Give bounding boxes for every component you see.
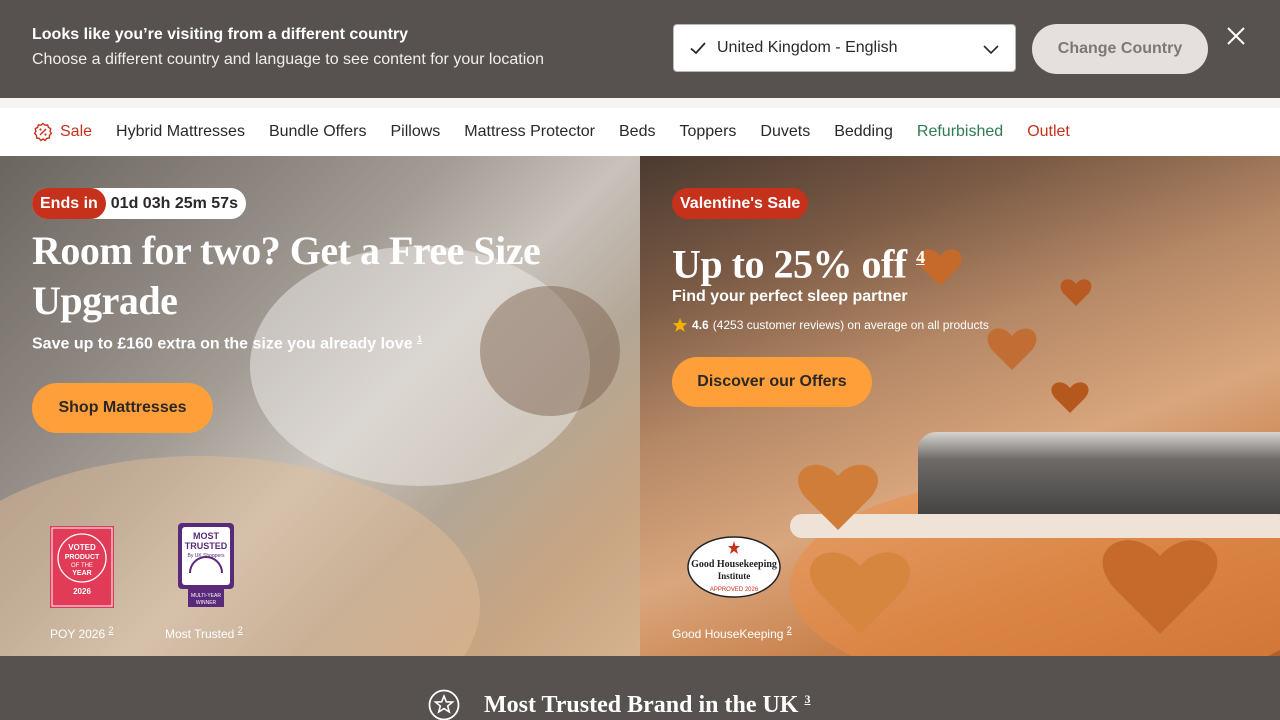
countdown-label: Ends in — [32, 188, 106, 219]
svg-text:VOTED: VOTED — [68, 543, 96, 552]
country-select[interactable]: United Kingdom - English — [673, 24, 1016, 72]
country-banner-title: Looks like you’re visiting from a differ… — [32, 26, 409, 43]
svg-text:YEAR: YEAR — [72, 570, 91, 577]
nav-item-mattress-protector[interactable]: Mattress Protector — [464, 123, 595, 141]
rating-text: (4253 customer reviews) on average on al… — [712, 318, 989, 332]
nav-item-label: Sale — [60, 123, 93, 140]
nav-item-outlet[interactable]: Outlet — [1027, 123, 1070, 141]
main-nav: Sale Hybrid Mattresses Bundle Offers Pil… — [0, 108, 1280, 156]
badge-caption-text: POY 2026 — [50, 627, 106, 641]
most-trusted-section: Most Trusted Brand in the UK 3 — [0, 656, 1280, 720]
svg-text:PRODUCT: PRODUCT — [65, 554, 100, 561]
svg-text:Good Housekeeping: Good Housekeeping — [691, 559, 777, 570]
svg-text:By UK Shoppers: By UK Shoppers — [188, 553, 225, 559]
hero-left-subtitle-text: Save up to £160 extra on the size you al… — [32, 335, 413, 353]
nav-item-beds[interactable]: Beds — [619, 123, 655, 141]
svg-text:WINNER: WINNER — [196, 600, 217, 606]
footnote-ref[interactable]: 1 — [417, 334, 422, 344]
hero-banner-left[interactable]: Ends in 01d 03h 25m 57s Room for two? Ge… — [0, 156, 640, 656]
country-banner-subtitle: Choose a different country and language … — [32, 51, 545, 68]
hero-right-title: Up to 25% off 4 — [672, 232, 925, 289]
star-circle-icon — [428, 689, 460, 720]
discover-offers-button[interactable]: Discover our Offers — [672, 357, 872, 407]
hero-left-subtitle: Save up to £160 extra on the size you al… — [32, 334, 422, 353]
sale-badge-icon — [33, 122, 53, 142]
good-housekeeping-caption: Good HouseKeeping 2 — [672, 625, 792, 641]
nav-item-hybrid-mattresses[interactable]: Hybrid Mattresses — [116, 123, 245, 141]
badge-caption-text: Most Trusted — [165, 627, 235, 641]
badge-caption-text: Good HouseKeeping — [672, 627, 784, 641]
footnote-ref[interactable]: 3 — [804, 692, 810, 706]
footnote-ref[interactable]: 2 — [238, 625, 243, 635]
product-of-the-year-badge: VOTED PRODUCT OF THE YEAR 2026 — [50, 526, 114, 608]
footnote-ref[interactable]: 4 — [916, 247, 925, 267]
svg-text:2026: 2026 — [73, 587, 91, 596]
nav-item-pillows[interactable]: Pillows — [391, 123, 441, 141]
valentines-sale-tag: Valentine's Sale — [672, 188, 809, 219]
svg-text:Institute: Institute — [718, 571, 751, 581]
hero-left-title: Room for two? Get a Free Size Upgrade — [32, 228, 541, 323]
svg-text:MOST: MOST — [193, 531, 220, 541]
svg-text:TRUSTED: TRUSTED — [185, 541, 228, 551]
nav-item-duvets[interactable]: Duvets — [760, 123, 810, 141]
nav-item-toppers[interactable]: Toppers — [679, 123, 736, 141]
hero-right-subtitle: Find your perfect sleep partner — [672, 288, 908, 305]
rating-value: 4.6 — [692, 318, 709, 332]
most-trusted-caption: Most Trusted 2 — [165, 625, 243, 641]
nav-item-bundle-offers[interactable]: Bundle Offers — [269, 123, 367, 141]
most-trusted-title: Most Trusted Brand in the UK 3 — [484, 692, 810, 719]
footnote-ref[interactable]: 2 — [787, 625, 792, 635]
svg-text:OF THE: OF THE — [71, 563, 93, 569]
nav-item-bedding[interactable]: Bedding — [834, 123, 893, 141]
divider-strip — [0, 98, 1280, 108]
most-trusted-badge: MOST TRUSTED By UK Shoppers MULTI-YEAR W… — [178, 523, 234, 607]
country-select-value: United Kingdom - English — [717, 39, 898, 56]
change-country-button[interactable]: Change Country — [1032, 24, 1208, 74]
shop-mattresses-button[interactable]: Shop Mattresses — [32, 383, 213, 433]
svg-text:APPROVED 2026: APPROVED 2026 — [710, 587, 759, 593]
countdown-time: 01d 03h 25m 57s — [110, 194, 238, 212]
hero-right-title-text: Up to 25% off — [672, 241, 907, 287]
hero-banner-right[interactable]: Valentine's Sale Up to 25% off 4 Find yo… — [640, 156, 1280, 656]
svg-text:MULTI-YEAR: MULTI-YEAR — [191, 593, 221, 599]
countdown-timer: Ends in 01d 03h 25m 57s — [32, 188, 246, 219]
close-icon[interactable] — [1222, 22, 1250, 50]
country-banner: Looks like you’re visiting from a differ… — [0, 0, 1280, 98]
star-icon — [672, 318, 688, 332]
chevron-down-icon — [983, 45, 999, 55]
nav-item-sale[interactable]: Sale — [33, 122, 92, 142]
nav-item-refurbished[interactable]: Refurbished — [917, 123, 1003, 141]
check-icon — [690, 42, 706, 55]
good-housekeeping-badge: Good Housekeeping Institute APPROVED 202… — [687, 536, 781, 598]
footnote-ref[interactable]: 2 — [109, 625, 114, 635]
most-trusted-title-text: Most Trusted Brand in the UK — [484, 692, 799, 718]
rating-summary: 4.6 (4253 customer reviews) on average o… — [672, 317, 989, 333]
poy-caption: POY 2026 2 — [50, 625, 114, 641]
